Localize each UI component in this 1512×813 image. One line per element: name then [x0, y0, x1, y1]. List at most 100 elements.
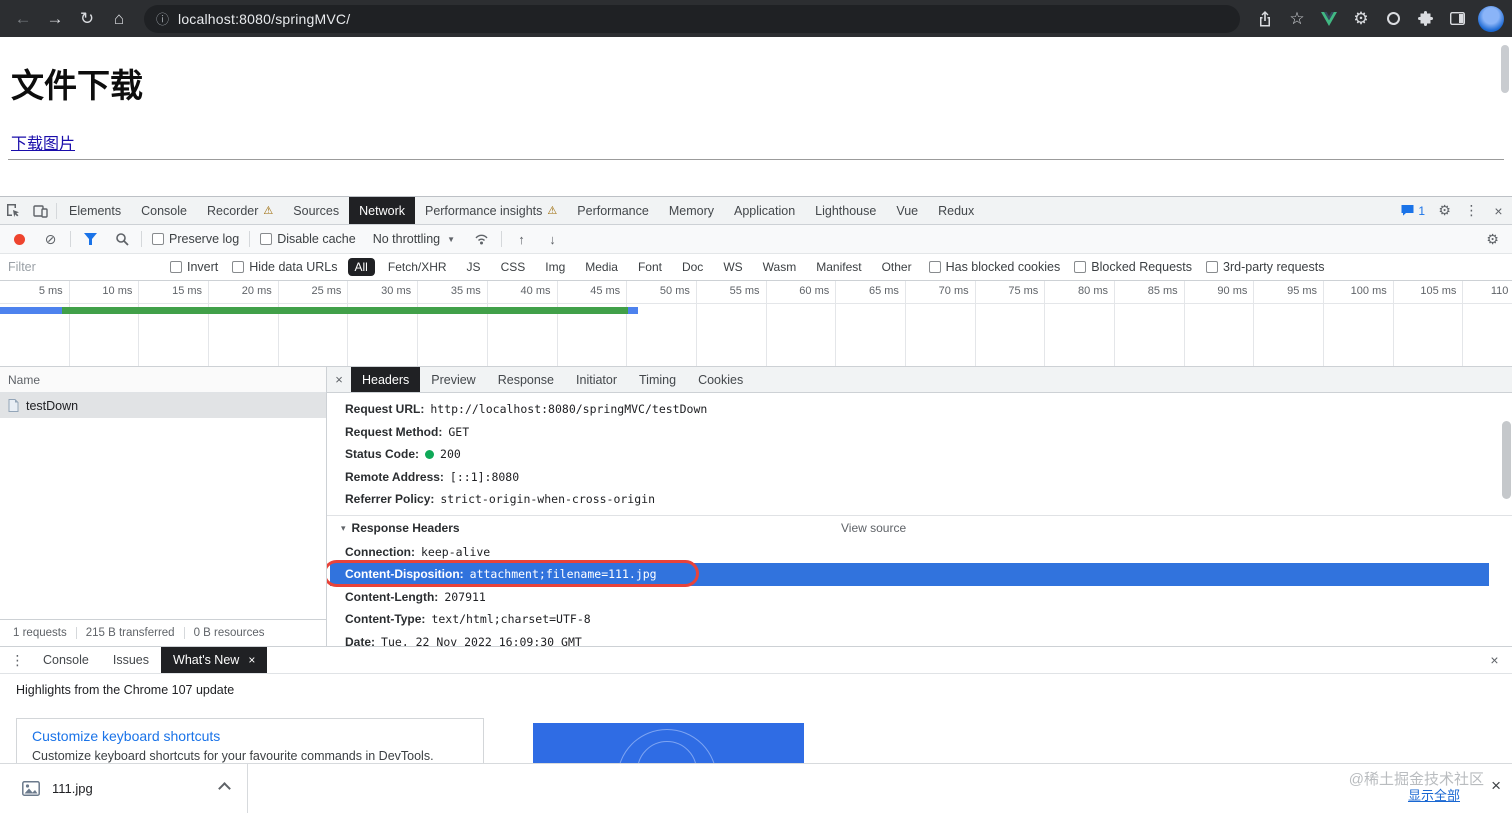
issues-counter[interactable]: 1 — [1394, 204, 1431, 218]
third-party-requests-toggle[interactable]: 3rd-party requests — [1202, 260, 1328, 274]
filter-pill-fetch-xhr[interactable]: Fetch/XHR — [381, 258, 454, 276]
filter-funnel-icon[interactable] — [77, 226, 104, 253]
filter-pill-all[interactable]: All — [347, 258, 375, 276]
filter-pill-css[interactable]: CSS — [494, 258, 533, 276]
checkbox[interactable] — [170, 261, 182, 273]
side-panel-icon[interactable] — [1442, 4, 1472, 34]
settings-gear-icon[interactable]: ⚙ — [1431, 197, 1458, 224]
timeline-column: 20 ms — [209, 281, 279, 366]
checkbox[interactable] — [152, 233, 164, 245]
tab-application[interactable]: Application — [724, 197, 805, 224]
drawer-tab-console[interactable]: Console — [31, 647, 101, 673]
hide-data-urls-toggle[interactable]: Hide data URLs — [228, 260, 341, 274]
download-item[interactable]: 111.jpg — [0, 764, 248, 813]
checkbox[interactable] — [1074, 261, 1087, 273]
tab-elements[interactable]: Elements — [59, 197, 131, 224]
chevron-up-icon[interactable] — [218, 782, 231, 795]
blocked-requests-toggle[interactable]: Blocked Requests — [1070, 260, 1196, 274]
network-conditions-icon[interactable] — [468, 226, 495, 253]
checkbox[interactable] — [1206, 261, 1219, 273]
request-row[interactable]: testDown — [0, 393, 326, 418]
network-overview-timeline[interactable]: 5 ms 10 ms 15 ms 20 ms 25 ms 30 ms 35 ms… — [0, 281, 1512, 367]
view-source-link[interactable]: View source — [841, 521, 906, 535]
extension-wheel-icon[interactable]: ⚙ — [1346, 4, 1376, 34]
tab-vue[interactable]: Vue — [886, 197, 928, 224]
collapse-triangle-icon[interactable]: ▾ — [341, 523, 346, 534]
clear-icon[interactable]: ⊘ — [37, 226, 64, 253]
scrollbar-thumb[interactable] — [1502, 421, 1511, 499]
device-toolbar-icon[interactable] — [27, 197, 54, 224]
downloads-close-icon[interactable]: × — [1491, 776, 1501, 796]
back-icon[interactable]: ← — [8, 4, 38, 34]
record-icon[interactable] — [14, 233, 25, 245]
filter-pill-ws[interactable]: WS — [716, 258, 749, 276]
tab-cookies[interactable]: Cookies — [687, 367, 754, 392]
timeline-column: 100 ms — [1324, 281, 1394, 366]
extensions-puzzle-icon[interactable] — [1410, 4, 1440, 34]
drawer-menu-icon[interactable]: ⋮ — [4, 647, 31, 674]
filter-pill-font[interactable]: Font — [631, 258, 669, 276]
filter-pill-doc[interactable]: Doc — [675, 258, 710, 276]
tab-redux[interactable]: Redux — [928, 197, 984, 224]
drawer-tab-issues[interactable]: Issues — [101, 647, 161, 673]
whats-new-card[interactable]: Customize keyboard shortcuts Customize k… — [16, 718, 484, 764]
filter-input[interactable] — [8, 260, 160, 274]
vue-devtools-icon[interactable] — [1314, 4, 1344, 34]
import-har-icon[interactable]: ↑ — [508, 226, 535, 253]
name-column-header[interactable]: Name — [0, 367, 326, 393]
network-settings-gear-icon[interactable]: ⚙ — [1479, 226, 1506, 253]
tab-headers[interactable]: Headers — [351, 367, 421, 392]
close-detail-icon[interactable]: × — [327, 367, 351, 393]
tab-network[interactable]: Network — [349, 197, 415, 224]
address-bar[interactable]: ⓘ localhost:8080/springMVC/ — [144, 4, 1240, 33]
profile-avatar[interactable] — [1478, 5, 1504, 32]
export-har-icon[interactable]: ↓ — [539, 226, 566, 253]
filter-pill-wasm[interactable]: Wasm — [756, 258, 804, 276]
tab-initiator[interactable]: Initiator — [565, 367, 628, 392]
tab-recorder[interactable]: Recorder ⚠ — [197, 197, 283, 224]
checkbox[interactable] — [232, 261, 245, 273]
page-scrollbar[interactable] — [1501, 45, 1509, 93]
share-icon[interactable] — [1250, 4, 1280, 34]
disable-cache-toggle[interactable]: Disable cache — [256, 232, 360, 246]
tab-lighthouse[interactable]: Lighthouse — [805, 197, 886, 224]
tab-performance-insights[interactable]: Performance insights ⚠ — [415, 197, 567, 224]
filter-pill-media[interactable]: Media — [578, 258, 625, 276]
header-row-highlighted[interactable]: Content-Disposition: attachment;filename… — [327, 560, 1489, 587]
site-info-icon[interactable]: ⓘ — [156, 9, 169, 28]
filter-pill-manifest[interactable]: Manifest — [809, 258, 868, 276]
filter-pill-js[interactable]: JS — [460, 258, 488, 276]
tab-timing[interactable]: Timing — [628, 367, 687, 392]
extension-circle-icon[interactable] — [1378, 4, 1408, 34]
response-headers-section[interactable]: ▾ Response Headers View source — [341, 516, 1512, 541]
tab-performance[interactable]: Performance — [567, 197, 659, 224]
checkbox[interactable] — [928, 261, 941, 273]
filter-pill-img[interactable]: Img — [538, 258, 572, 276]
tab-response[interactable]: Response — [487, 367, 565, 392]
filter-pill-other[interactable]: Other — [875, 258, 919, 276]
show-all-link[interactable]: 显示全部 — [1408, 785, 1460, 804]
card-title-link[interactable]: Customize keyboard shortcuts — [32, 728, 468, 744]
drawer-tab-whats-new[interactable]: What's New × — [161, 647, 268, 673]
home-icon[interactable]: ⌂ — [104, 4, 134, 34]
detail-scrollbar[interactable] — [1502, 395, 1511, 643]
search-icon[interactable] — [108, 226, 135, 253]
devtools-menu-icon[interactable]: ⋮ — [1458, 197, 1485, 224]
forward-icon[interactable]: → — [40, 4, 70, 34]
checkbox[interactable] — [260, 233, 273, 245]
tab-console[interactable]: Console — [131, 197, 197, 224]
has-blocked-cookies-toggle[interactable]: Has blocked cookies — [925, 260, 1065, 274]
tab-sources[interactable]: Sources — [283, 197, 349, 224]
tab-memory[interactable]: Memory — [659, 197, 724, 224]
reload-icon[interactable]: ↻ — [72, 4, 102, 34]
inspect-icon[interactable] — [0, 197, 27, 224]
preserve-log-toggle[interactable]: Preserve log — [148, 232, 243, 246]
invert-toggle[interactable]: Invert — [166, 260, 222, 274]
tab-preview[interactable]: Preview — [420, 367, 486, 392]
devtools-close-icon[interactable]: × — [1485, 197, 1512, 224]
drawer-close-icon[interactable]: × — [1481, 647, 1508, 674]
throttling-select[interactable]: No throttling ▼ — [364, 232, 464, 246]
download-image-link[interactable]: 下载图片 — [11, 130, 75, 154]
close-tab-icon[interactable]: × — [248, 653, 255, 667]
bookmark-star-icon[interactable]: ☆ — [1282, 4, 1312, 34]
